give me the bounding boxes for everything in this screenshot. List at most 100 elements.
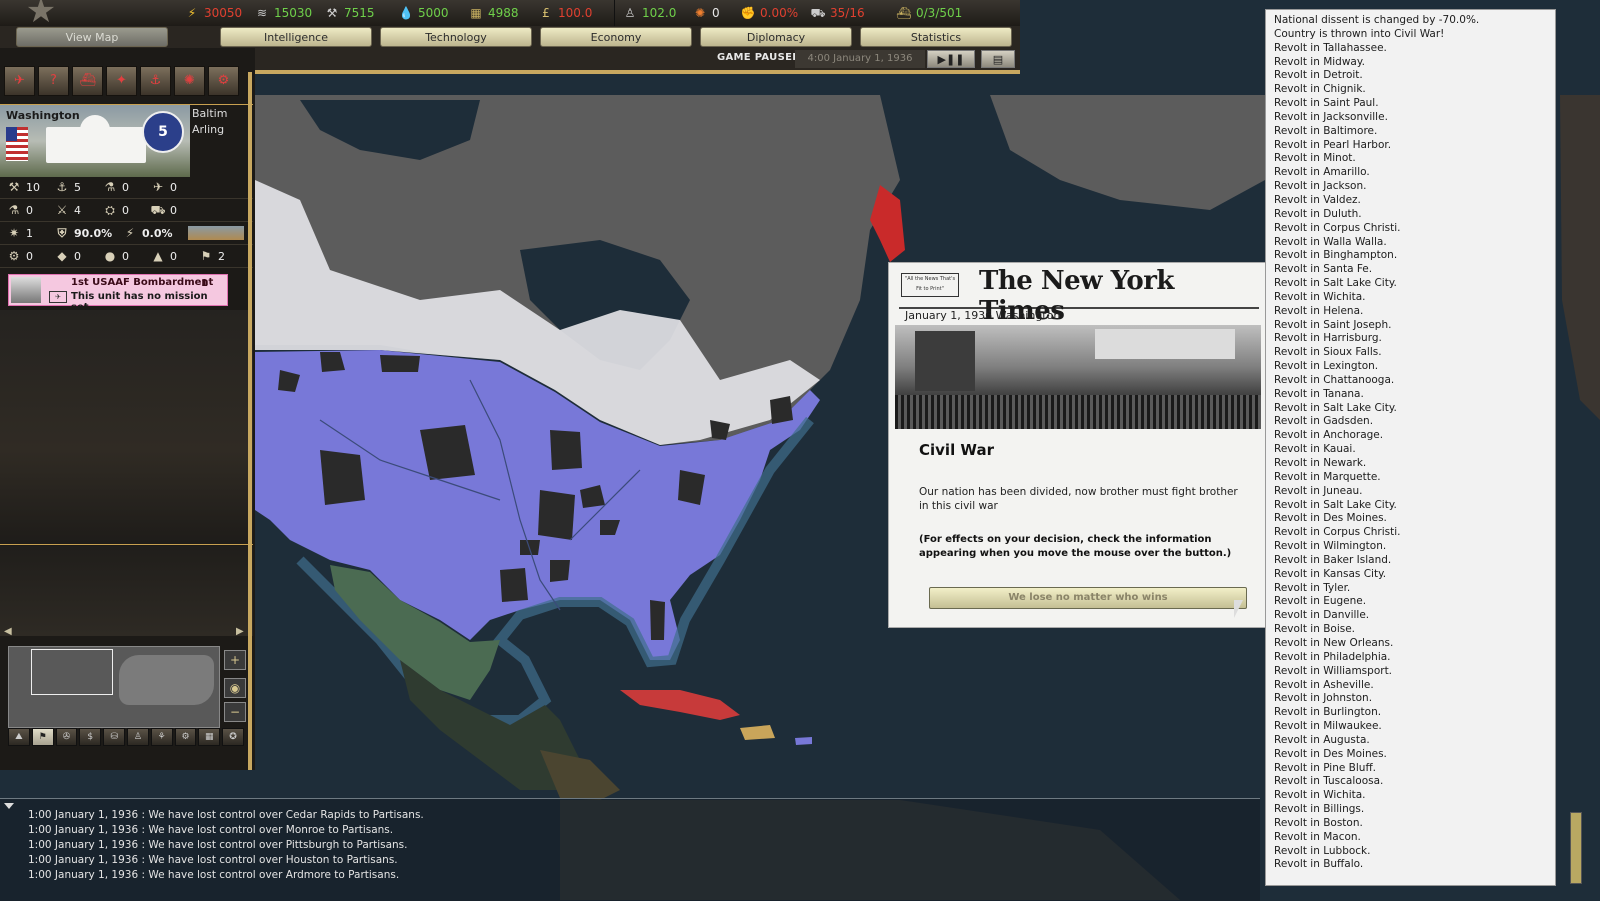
log-entry: Revolt in Tanana. — [1274, 387, 1364, 400]
metal-icon: ≋ — [256, 6, 268, 20]
event-photo — [895, 325, 1261, 429]
grid-mode-icon[interactable]: ▦ — [198, 728, 221, 746]
reactor-icon: ⚗ — [8, 203, 20, 217]
res-money-value: 100.0 — [558, 6, 593, 20]
res-supplies[interactable]: ▦ 4988 — [468, 4, 519, 22]
log-entry: Revolt in Gadsden. — [1274, 415, 1374, 428]
minimap[interactable] — [8, 646, 220, 728]
naval-icon[interactable]: ⛴ — [72, 66, 103, 96]
oil-icon: 💧 — [398, 6, 414, 20]
game-menu-button[interactable]: ▤ — [981, 50, 1015, 68]
partisan-mode-icon[interactable]: ♙ — [126, 728, 149, 746]
bomber-icon: ✈ — [49, 291, 67, 303]
res-convoy[interactable]: ⛴ 0/3/501 — [896, 4, 962, 22]
message-scrollbar[interactable] — [1570, 812, 1582, 884]
scroll-right-icon[interactable]: ▶ — [236, 626, 244, 637]
log-entry: Revolt in Valdez. — [1274, 193, 1361, 206]
neighbor-province[interactable]: Baltim — [192, 107, 227, 120]
log-entry: Revolt in Wilmington. — [1274, 540, 1387, 553]
res-metal[interactable]: ≋ 15030 — [254, 4, 312, 22]
terrain-mode-icon[interactable]: ⛰ — [8, 728, 30, 746]
anti-air-icon: ⚔ — [56, 203, 68, 217]
res-manpower[interactable]: ♙ 102.0 — [622, 4, 677, 22]
log-entry: Revolt in Corpus Christi. — [1274, 526, 1401, 539]
stat-vp: ✷ 1 — [0, 225, 48, 241]
scroll-left-icon[interactable]: ◀ — [4, 626, 12, 637]
log-entry: Revolt in Des Moines. — [1274, 512, 1387, 525]
log-entry: Revolt in Pearl Harbor. — [1274, 138, 1392, 151]
national-star-icon[interactable]: ★ — [6, 0, 76, 28]
log-entry: Revolt in Baltimore. — [1274, 124, 1378, 137]
game-date: 4:00 January 1, 1936 — [795, 50, 925, 68]
supply-mode-icon[interactable]: ✇ — [55, 728, 78, 746]
rare-icon: ▲ — [153, 249, 163, 263]
event-option-button[interactable]: We lose no matter who wins — [929, 587, 1247, 609]
log-entry: Revolt in Johnston. — [1274, 692, 1373, 705]
tab-statistics[interactable]: Statistics — [860, 27, 1012, 47]
resource-mode-icon[interactable]: ⛁ — [103, 728, 125, 746]
log-entry: Revolt in Burlington. — [1274, 706, 1382, 719]
ship-backdrop — [0, 546, 253, 636]
strategic-icon[interactable]: ✦ — [106, 66, 137, 96]
message-line[interactable]: 1:00 January 1, 1936 : We have lost cont… — [28, 869, 399, 881]
tab-technology[interactable]: Technology — [380, 27, 532, 47]
res-money[interactable]: £100.0 — [538, 4, 592, 22]
stat-row: ⚙ 0 ◆ 0 ● 0 ▲ 0 ⚑ 2 — [0, 245, 253, 268]
message-line[interactable]: 1:00 January 1, 1936 : We have lost cont… — [28, 854, 398, 866]
tab-diplomacy[interactable]: Diplomacy — [700, 27, 852, 47]
log-entry: Revolt in New Orleans. — [1274, 636, 1394, 649]
log-entry: Revolt in Marquette. — [1274, 470, 1381, 483]
collapse-messages-icon[interactable] — [4, 803, 14, 809]
unit-card[interactable]: 1st USAAF Bombardment 1 ✈ This unit has … — [8, 274, 228, 313]
port-icon: ⚓ — [56, 180, 68, 194]
log-entry: Revolt in Salt Lake City. — [1274, 401, 1397, 414]
province-stats: ⚒ 10 ⚓ 5 ⚗ 0 ✈ 0 ⚗ 0 ⚔ 4 ⛭ 0 ⛟ 0 ✷ 1 ⛨ 90.0% ⚡ 0.0%… — [0, 176, 253, 268]
message-line[interactable]: 1:00 January 1, 1936 : We have lost cont… — [28, 824, 393, 836]
res-oil[interactable]: 💧 5000 — [398, 4, 449, 22]
anchor-icon[interactable]: ⚓ — [140, 66, 171, 96]
white-house-image — [46, 127, 146, 163]
economy-mode-icon[interactable]: $ — [79, 728, 102, 746]
center-view-button[interactable]: ◉ — [224, 678, 246, 698]
alliance-mode-icon[interactable]: ✪ — [222, 728, 244, 746]
weather-mode-icon[interactable]: ⚘ — [150, 728, 173, 746]
event-popup: "All the News That's Fit to Print" The N… — [888, 262, 1268, 628]
res-transport[interactable]: ⛟ 35/16 — [810, 4, 865, 22]
message-line[interactable]: 1:00 January 1, 1936 : We have lost cont… — [28, 809, 424, 821]
res-transport-value: 35/16 — [830, 6, 865, 20]
log-entry: Revolt in Sioux Falls. — [1274, 346, 1382, 359]
res-supplies-value: 4988 — [488, 6, 519, 20]
frame-border-top — [248, 70, 1020, 74]
settings-icon[interactable]: ⚙ — [208, 66, 239, 96]
tab-view-map[interactable]: View Map — [16, 27, 168, 47]
event-title: Civil War — [919, 441, 994, 459]
pause-play-button[interactable]: ▶❚❚ — [927, 50, 975, 68]
help-icon[interactable]: ? — [38, 66, 69, 96]
log-entry: Revolt in Juneau. — [1274, 484, 1363, 497]
res-dissent[interactable]: ✊ 0.00% — [740, 4, 799, 22]
puerto-rico[interactable] — [795, 737, 812, 745]
event-description: Our nation has been divided, now brother… — [919, 486, 1238, 512]
stat-res1: ⚙ 0 — [0, 248, 48, 264]
res-nuke[interactable]: ✺ 0 — [692, 4, 720, 22]
log-entry: Revolt in Boston. — [1274, 816, 1363, 829]
industry-mode-icon[interactable]: ⚙ — [174, 728, 197, 746]
res-energy[interactable]: ⚡ 30050 — [184, 4, 242, 22]
tab-intelligence[interactable]: Intelligence — [220, 27, 372, 47]
minimap-viewport[interactable] — [31, 649, 113, 695]
rare-materials-icon: ⚒ — [326, 6, 338, 20]
gear-icon: ⚙ — [8, 249, 20, 263]
neighbor-province[interactable]: Arling — [192, 123, 224, 136]
res-rare[interactable]: ⚒ 7515 — [324, 4, 375, 22]
stat-fort: ⛟ 0 — [150, 203, 177, 217]
explosion-icon[interactable]: ✺ — [174, 66, 205, 96]
zoom-out-button[interactable]: − — [224, 702, 246, 722]
message-line[interactable]: 1:00 January 1, 1936 : We have lost cont… — [28, 839, 408, 851]
event-log-panel[interactable]: National dissent is changed by -70.0%. Co… — [1265, 9, 1556, 886]
tab-economy[interactable]: Economy — [540, 27, 692, 47]
convoy-icon: ⛴ — [896, 6, 912, 20]
air-mission-icon[interactable]: ✈ — [4, 66, 35, 96]
political-mode-icon[interactable]: ⚑ — [31, 728, 54, 746]
stat-aa: ⚔ 4 — [48, 202, 96, 218]
zoom-in-button[interactable]: + — [224, 650, 246, 670]
